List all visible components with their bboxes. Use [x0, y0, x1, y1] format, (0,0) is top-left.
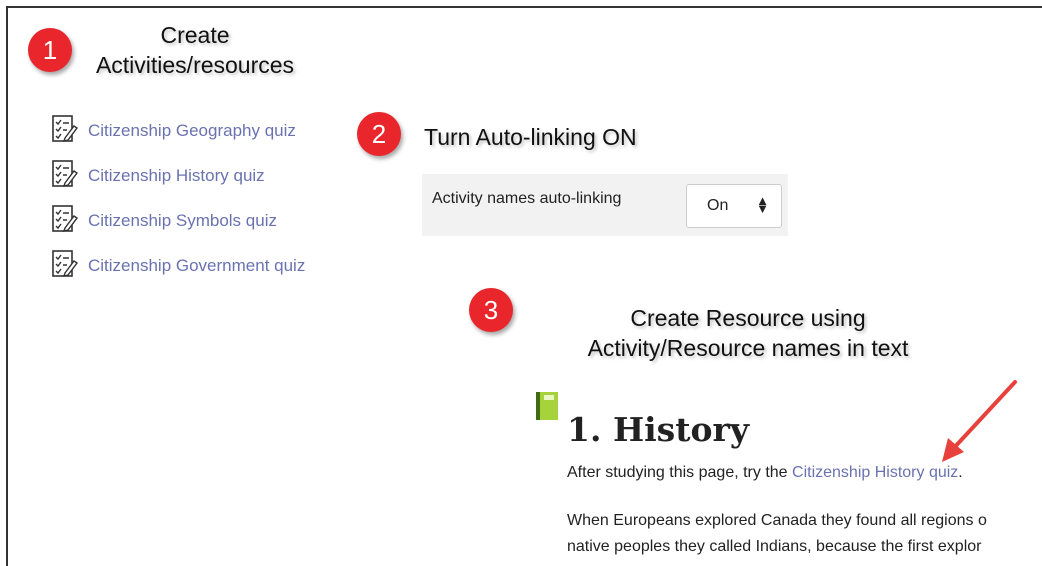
step-3-title-line1: Create Resource using: [630, 305, 866, 331]
step-2-badge: 2: [357, 112, 401, 156]
intro-paragraph: After studying this page, try the Citize…: [567, 462, 963, 484]
activity-link-history-quiz[interactable]: Citizenship History quiz: [88, 165, 265, 187]
setting-label: Activity names auto-linking: [432, 190, 622, 207]
step-1-title-line1: Create: [160, 22, 230, 48]
activity-item: Citizenship History quiz: [52, 160, 305, 205]
auto-linking-setting: Activity names auto-linking On ▲ ▼: [422, 174, 788, 236]
step-1-title: Create Activities/resources: [70, 20, 320, 80]
book-icon: [536, 392, 558, 420]
step-1-title-line2: Activities/resources: [95, 52, 295, 78]
auto-linking-select[interactable]: On ▲ ▼: [686, 184, 782, 228]
step-2-title: Turn Auto-linking ON: [424, 124, 637, 150]
activity-link-geography-quiz[interactable]: Citizenship Geography quiz: [88, 120, 296, 142]
activity-list: Citizenship Geography quiz Citizenship H…: [52, 115, 305, 295]
activity-link-government-quiz[interactable]: Citizenship Government quiz: [88, 255, 305, 277]
body-paragraph-line2: native peoples they called Indians, beca…: [567, 538, 982, 555]
intro-text: After studying this page, try the: [567, 464, 793, 481]
step-3-title: Create Resource using Activity/Resource …: [548, 303, 948, 363]
activity-link-symbols-quiz[interactable]: Citizenship Symbols quiz: [88, 210, 277, 232]
body-paragraph-line1: When Europeans explored Canada they foun…: [567, 512, 987, 529]
activity-item: Citizenship Symbols quiz: [52, 205, 305, 250]
quiz-icon: [52, 205, 78, 232]
activity-item: Citizenship Government quiz: [52, 250, 305, 295]
step-1-badge: 1: [28, 28, 72, 72]
quiz-icon: [52, 115, 78, 142]
activity-item: Citizenship Geography quiz: [52, 115, 305, 160]
step-3-badge: 3: [469, 288, 513, 332]
page-heading: 1. History: [567, 410, 750, 449]
sort-arrows-icon: ▲ ▼: [756, 193, 769, 216]
select-value: On: [707, 197, 729, 214]
step-3-title-line2: Activity/Resource names in text: [587, 335, 909, 361]
quiz-icon: [52, 160, 78, 187]
quiz-icon: [52, 250, 78, 277]
annotation-arrow: [942, 380, 1017, 462]
